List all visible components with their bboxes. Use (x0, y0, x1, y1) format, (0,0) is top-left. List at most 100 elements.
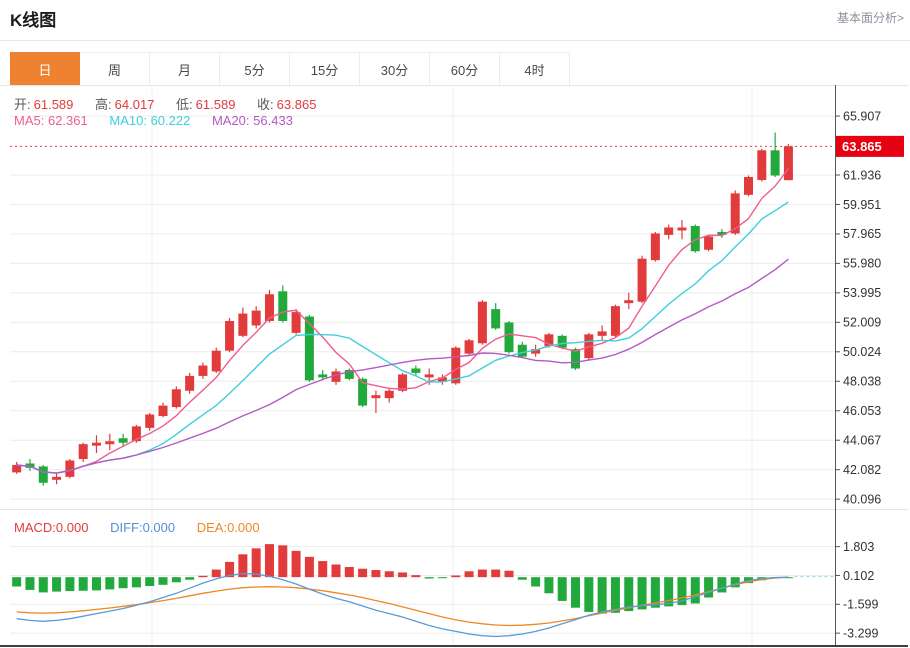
candle-down (39, 466, 48, 482)
candle-down (717, 232, 726, 235)
macd-bar-positive (345, 567, 354, 577)
current-price-label: 63.865 (842, 139, 882, 154)
macd-bar-negative (598, 577, 607, 613)
open-value: 61.589 (34, 97, 74, 112)
close-label: 收: (257, 97, 274, 112)
macd-bar-negative (677, 577, 686, 605)
axis-tick-label: 55.980 (843, 257, 881, 271)
candlestick-series (12, 132, 793, 485)
macd-label: MACD: (14, 520, 56, 535)
candle-up (465, 340, 474, 353)
macd-bar-negative (624, 577, 633, 611)
diff-label: DIFF: (110, 520, 143, 535)
candle-up (185, 376, 194, 391)
macd-bar-positive (451, 575, 460, 577)
axis-tick-label: 42.082 (843, 463, 881, 477)
candle-down (691, 226, 700, 251)
axis-tick-label: 61.936 (843, 168, 881, 182)
ma20-label: MA20: (212, 113, 250, 128)
dea-line (17, 577, 789, 625)
tab-30min[interactable]: 30分 (360, 52, 430, 85)
candle-up (677, 227, 686, 230)
dea-value: 0.000 (227, 520, 260, 535)
macd-bar-positive (398, 572, 407, 577)
macd-bar-positive (238, 554, 247, 577)
candle-up (584, 334, 593, 358)
tab-week[interactable]: 周 (80, 52, 150, 85)
price-axis: 65.90761.93659.95157.96555.98053.99552.0… (835, 85, 881, 645)
tab-60min[interactable]: 60分 (430, 52, 500, 85)
open-label: 开: (14, 97, 31, 112)
axis-tick-label: 1.803 (843, 540, 874, 554)
axis-tick-label: 0.102 (843, 569, 874, 583)
diff-line (17, 574, 789, 637)
candle-down (504, 322, 513, 352)
candle-down (119, 438, 128, 442)
ma20-line (17, 259, 789, 473)
macd-bar-negative (518, 577, 527, 580)
period-tabbar: 日 周 月 5分 15分 30分 60分 4时 (10, 52, 570, 85)
macd-bar-positive (292, 551, 301, 577)
candle-down (358, 379, 367, 406)
macd-bar-negative (651, 577, 660, 608)
current-price-marker: 63.865 (836, 136, 904, 157)
high-value: 64.017 (115, 97, 155, 112)
macd-bar-negative (757, 577, 766, 580)
tab-15min[interactable]: 15分 (290, 52, 360, 85)
candle-up (744, 177, 753, 195)
macd-bar-negative (159, 577, 168, 585)
macd-histogram (12, 544, 793, 614)
candle-up (12, 465, 21, 472)
low-value: 61.589 (196, 97, 236, 112)
candle-up (478, 302, 487, 344)
candle-down (771, 150, 780, 175)
candle-up (105, 441, 114, 444)
candle-up (225, 321, 234, 351)
chart-top-border (0, 85, 908, 86)
tab-day[interactable]: 日 (10, 52, 80, 85)
macd-bar-negative (717, 577, 726, 592)
macd-bar-positive (198, 576, 207, 577)
candle-up (212, 351, 221, 372)
macd-bar-positive (371, 570, 380, 577)
candle-down (571, 349, 580, 368)
macd-bar-negative (132, 577, 141, 587)
tab-4hour[interactable]: 4时 (500, 52, 570, 85)
candle-up (611, 306, 620, 336)
macd-legend: MACD:0.000 DIFF:0.000 DEA:0.000 (14, 520, 278, 535)
axis-tick-label: 53.995 (843, 286, 881, 300)
candle-up (198, 366, 207, 376)
axis-tick-label: 44.067 (843, 434, 881, 448)
fundamental-analysis-link[interactable]: 基本面分析> (837, 9, 904, 26)
macd-bar-negative (145, 577, 154, 586)
macd-bar-negative (584, 577, 593, 612)
candle-up (92, 443, 101, 446)
candle-up (252, 311, 261, 326)
candle-up (451, 348, 460, 384)
candle-up (159, 406, 168, 416)
macd-bar-positive (305, 557, 314, 577)
axis-tick-label: 46.053 (843, 404, 881, 418)
header-divider (0, 40, 910, 41)
tab-5min[interactable]: 5分 (220, 52, 290, 85)
macd-bar-negative (65, 577, 74, 591)
tab-month[interactable]: 月 (150, 52, 220, 85)
macd-bar-positive (318, 561, 327, 577)
candle-up (598, 331, 607, 335)
macd-bar-negative (79, 577, 88, 591)
macd-value: 0.000 (56, 520, 89, 535)
candle-up (731, 193, 740, 233)
candle-up (292, 312, 301, 333)
candle-down (558, 336, 567, 348)
candle-up (531, 349, 540, 353)
macd-bar-negative (105, 577, 114, 589)
ma10-value: 60.222 (151, 113, 191, 128)
candle-up (651, 233, 660, 260)
axis-tick-label: 48.038 (843, 375, 881, 389)
high-label: 高: (95, 97, 112, 112)
macd-bar-positive (504, 571, 513, 577)
candle-up (371, 395, 380, 398)
gridlines (0, 85, 908, 645)
kline-page: { "header": { "title": "K线图", "link": "基… (0, 0, 910, 648)
macd-bar-negative (611, 577, 620, 613)
